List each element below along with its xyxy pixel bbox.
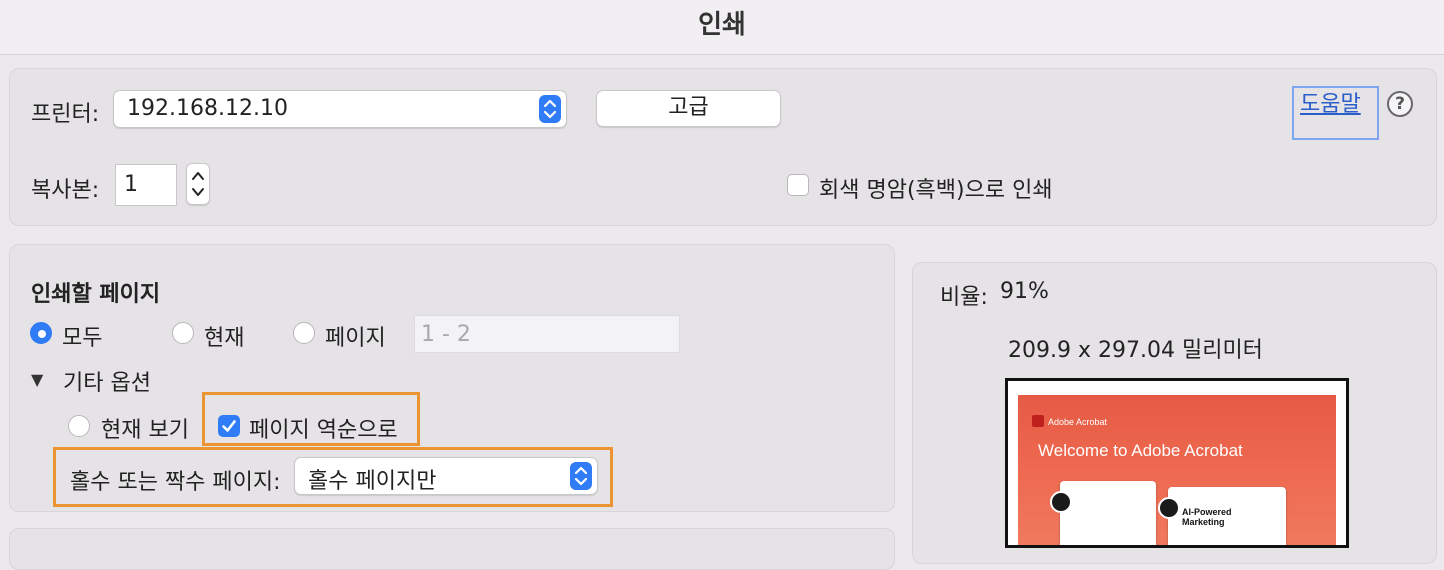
pages-current-label: 현재 xyxy=(204,326,245,351)
current-view-radio[interactable] xyxy=(68,415,90,437)
acrobat-logo-icon xyxy=(1032,415,1044,427)
grayscale-label: 회색 명암(흑백)으로 인쇄 xyxy=(819,178,1053,203)
preview-page: Adobe Acrobat Welcome to Adobe Acrobat A… xyxy=(1018,395,1336,545)
disclosure-triangle-icon[interactable]: ▼ xyxy=(31,370,43,389)
pages-all-radio[interactable] xyxy=(30,322,52,344)
print-preview: Adobe Acrobat Welcome to Adobe Acrobat A… xyxy=(1005,378,1349,548)
odd-even-select-value: 홀수 페이지만 xyxy=(308,469,437,494)
scale-value: 91% xyxy=(1000,279,1049,304)
advanced-button-label: 고급 xyxy=(668,95,709,120)
checkmark-icon xyxy=(222,420,236,432)
help-icon[interactable]: ? xyxy=(1387,91,1413,117)
advanced-button[interactable]: 고급 xyxy=(596,90,781,127)
stepper-arrows-icon xyxy=(192,172,204,196)
title-bar: 인쇄 xyxy=(0,0,1444,55)
odd-even-select[interactable]: 홀수 페이지만 xyxy=(294,457,598,495)
scale-label: 비율: xyxy=(940,285,988,310)
preview-thumb-text: AI-Powered Marketing xyxy=(1182,507,1232,527)
printer-label: 프린터: xyxy=(31,102,100,127)
preview-brand: Adobe Acrobat xyxy=(1048,417,1108,427)
help-link[interactable]: 도움말 xyxy=(1300,86,1361,118)
pages-current-radio[interactable] xyxy=(172,322,194,344)
pages-range-label: 페이지 xyxy=(325,326,386,351)
select-arrows-icon xyxy=(539,95,561,123)
copies-label: 복사본: xyxy=(31,178,100,203)
current-view-label: 현재 보기 xyxy=(101,418,189,443)
pages-range-input[interactable]: 1 - 2 xyxy=(414,315,680,353)
preview-heading: Welcome to Adobe Acrobat xyxy=(1038,441,1243,460)
next-panel xyxy=(9,528,895,570)
thumb-badge-icon xyxy=(1050,491,1072,513)
paper-size-text: 209.9 x 297.04 밀리미터 xyxy=(1008,338,1263,363)
thumb-badge-icon xyxy=(1158,497,1180,519)
select-arrows-icon xyxy=(570,462,592,490)
copies-input-value: 1 xyxy=(124,172,138,197)
pages-range-value: 1 - 2 xyxy=(421,322,471,347)
printer-select[interactable]: 192.168.12.10 xyxy=(113,90,567,128)
pages-heading: 인쇄할 페이지 xyxy=(31,282,161,307)
copies-stepper[interactable] xyxy=(186,163,210,205)
more-options-label[interactable]: 기타 옵션 xyxy=(63,365,151,397)
window-title: 인쇄 xyxy=(698,10,746,40)
printer-select-value: 192.168.12.10 xyxy=(127,96,288,121)
odd-even-label: 홀수 또는 짝수 페이지: xyxy=(70,470,281,495)
reverse-checkbox[interactable] xyxy=(218,415,240,437)
grayscale-checkbox[interactable] xyxy=(787,174,809,196)
pages-all-label: 모두 xyxy=(62,326,103,351)
copies-input[interactable]: 1 xyxy=(115,164,177,206)
pages-range-radio[interactable] xyxy=(293,322,315,344)
reverse-label: 페이지 역순으로 xyxy=(249,418,398,443)
preview-thumb-2: AI-Powered Marketing xyxy=(1158,487,1286,545)
